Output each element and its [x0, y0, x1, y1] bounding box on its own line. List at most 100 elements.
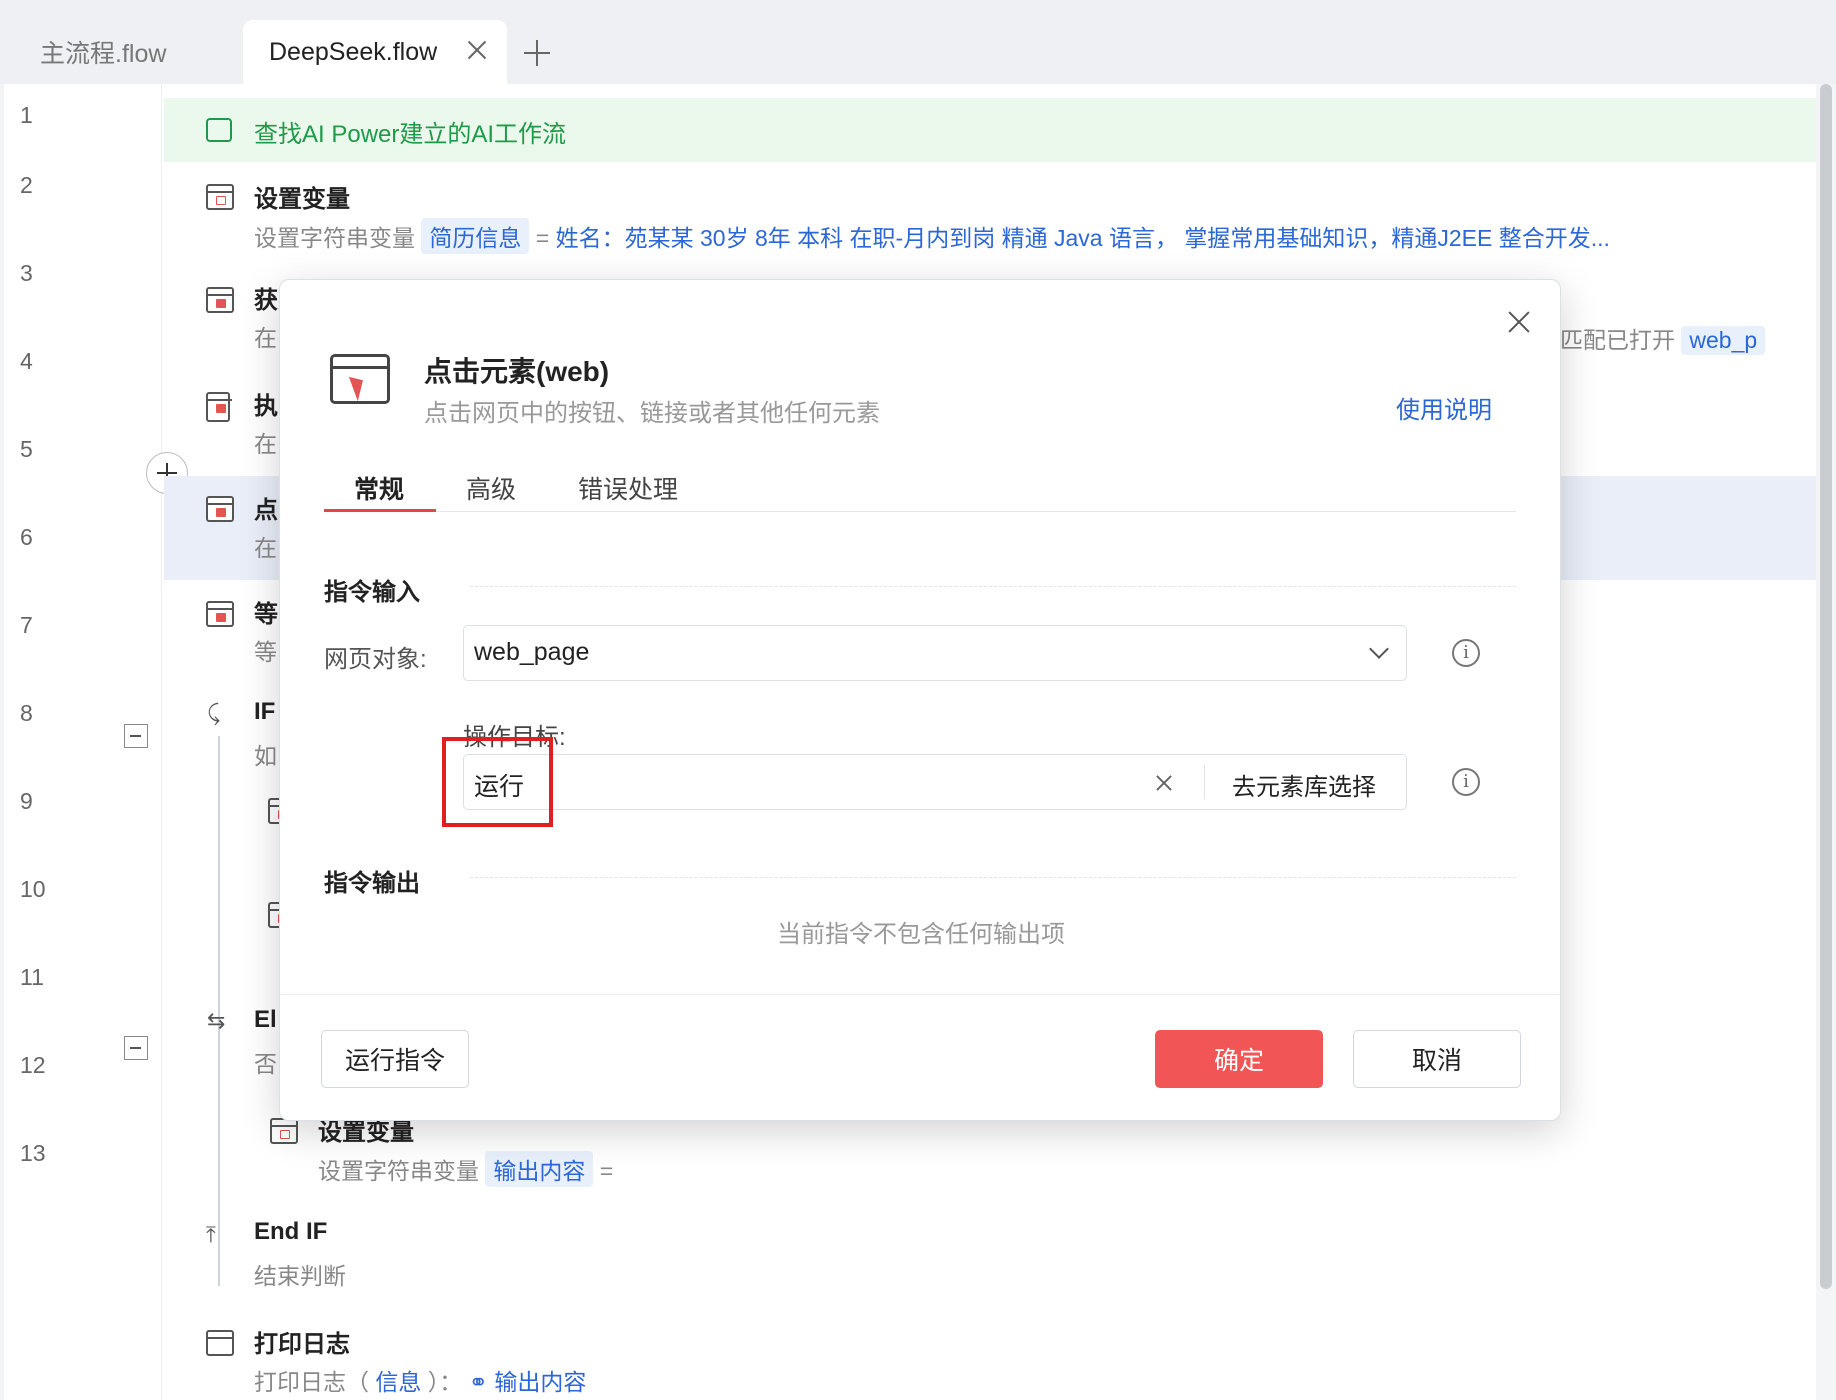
line-number: 3	[20, 260, 33, 286]
command-title[interactable]: El	[254, 1006, 277, 1034]
section-divider	[470, 586, 1516, 587]
footer-divider	[280, 994, 1560, 995]
line-number: 11	[20, 964, 44, 990]
command-summary: 设置字符串变量 简历信息 = 姓名：苑某某 30岁 8年 本科 在职-月内到岗 …	[254, 218, 1610, 254]
line-number: 10	[20, 876, 46, 902]
tab-deepseek-flow[interactable]: DeepSeek.flow	[243, 20, 507, 84]
pick-from-library-button[interactable]: 去元素库选择	[1232, 767, 1376, 802]
add-tab-icon[interactable]	[522, 38, 552, 68]
tab-label: DeepSeek.flow	[269, 37, 438, 66]
command-title[interactable]: IF	[254, 698, 275, 726]
section-divider	[470, 877, 1516, 878]
line-number: 6	[20, 524, 33, 550]
close-icon[interactable]	[1505, 308, 1533, 336]
command-title[interactable]: 获	[254, 280, 278, 315]
command-summary: 打印日志（ 信息 ）： ⚭ 输出内容	[254, 1363, 586, 1397]
dialog-title: 点击元素(web)	[424, 356, 610, 387]
line-number: 13	[20, 1140, 46, 1166]
no-output-message: 当前指令不包含任何输出项	[777, 921, 1065, 948]
command-title[interactable]: 设置变量	[254, 179, 350, 214]
output-section-title: 指令输出	[324, 870, 420, 897]
summary-prefix: 打印日志（	[254, 1369, 369, 1395]
comment-text[interactable]: 查找AI Power建立的AI工作流	[254, 114, 566, 149]
dialog-description: 点击网页中的按钮、链接或者其他任何元素	[424, 400, 880, 427]
target-input[interactable]: 运行 去元素库选择	[463, 754, 1407, 810]
active-tab-indicator	[324, 509, 436, 512]
vertical-scrollbar[interactable]	[1816, 84, 1836, 1400]
equals-sign: =	[599, 1158, 614, 1184]
info-icon[interactable]: i	[1452, 639, 1480, 667]
else-block-guide	[218, 1044, 220, 1286]
command-title[interactable]: 执	[254, 386, 278, 421]
line-number: 4	[20, 348, 33, 374]
web-object-select[interactable]: web_page	[463, 625, 1407, 681]
click-element-dialog: 点击元素(web) 点击网页中的按钮、链接或者其他任何元素 使用说明 常规 高级…	[279, 279, 1561, 1121]
fold-toggle-else[interactable]	[124, 1036, 148, 1060]
summary-text: 匹配已打开	[1560, 327, 1675, 353]
line-gutter: 1 2 3 4 5 6 7 8 9 10 11 12 13	[4, 84, 162, 1400]
end-if-icon: ⤒	[206, 1222, 216, 1247]
command-summary: 否	[254, 1051, 277, 1077]
command-summary: 设置字符串变量 输出内容 =	[318, 1151, 613, 1187]
tab-error-handling[interactable]: 错误处理	[578, 470, 678, 506]
variable-chip[interactable]: 输出内容	[485, 1151, 594, 1187]
fold-toggle-if[interactable]	[124, 724, 148, 748]
command-title[interactable]: End IF	[254, 1218, 327, 1246]
fx-icon	[270, 1118, 298, 1144]
clear-icon[interactable]	[1154, 773, 1174, 793]
scrollbar-thumb[interactable]	[1820, 84, 1832, 1289]
variable-link-icon: ⚭	[468, 1369, 488, 1395]
tab-main-flow[interactable]: 主流程.flow	[0, 20, 243, 84]
web-object-value: web_page	[474, 638, 590, 666]
command-summary: 结束判断	[254, 1263, 346, 1289]
variable-value: 姓名：苑某某 30岁 8年 本科 在职-月内到岗 精通 Java 语言， 掌握常…	[555, 225, 1610, 251]
info-icon[interactable]: i	[1452, 768, 1480, 796]
note-icon	[206, 118, 232, 142]
tab-advanced[interactable]: 高级	[466, 470, 516, 506]
input-section-title: 指令输入	[324, 579, 420, 606]
wait-hourglass-icon	[206, 601, 234, 627]
line-number: 5	[20, 436, 33, 462]
js-file-icon	[206, 392, 232, 422]
line-number: 1	[20, 102, 33, 128]
command-summary: 在	[254, 431, 277, 457]
printer-icon	[206, 1330, 234, 1356]
command-summary: 如	[254, 743, 277, 769]
tab-label: 主流程.flow	[40, 40, 167, 68]
click-element-icon	[206, 496, 234, 522]
command-summary: 在	[254, 325, 277, 351]
tab-bar: 主流程.flow DeepSeek.flow	[0, 0, 1836, 84]
command-title[interactable]: 等	[254, 594, 278, 629]
chevron-down-icon	[1369, 639, 1389, 659]
summary-mid: ）：	[427, 1369, 463, 1395]
close-icon[interactable]	[465, 38, 489, 62]
fx-icon	[206, 184, 234, 210]
run-command-button[interactable]: 运行指令	[321, 1030, 469, 1088]
summary-prefix: 设置字符串变量	[254, 225, 415, 251]
command-summary: 等	[254, 639, 277, 665]
command-title[interactable]: 打印日志	[254, 1324, 350, 1359]
cancel-button[interactable]: 取消	[1353, 1030, 1521, 1088]
help-link[interactable]: 使用说明	[1396, 390, 1492, 425]
line-number: 9	[20, 788, 33, 814]
click-element-icon	[330, 354, 390, 404]
highlight-box	[442, 737, 553, 827]
command-title[interactable]: 点	[254, 490, 278, 525]
command-summary: 在	[254, 535, 277, 561]
else-branch-icon: ⇆	[207, 1008, 226, 1033]
web-object-label: 网页对象:	[324, 646, 427, 673]
line-number: 7	[20, 612, 33, 638]
equals-sign: =	[535, 225, 550, 251]
web-get-icon	[206, 287, 234, 313]
summary-prefix: 设置字符串变量	[318, 1158, 479, 1184]
variable-chip[interactable]: web_p	[1681, 326, 1766, 355]
variable-chip[interactable]: 输出内容	[494, 1369, 586, 1395]
confirm-button[interactable]: 确定	[1155, 1030, 1323, 1088]
line-number: 2	[20, 172, 33, 198]
variable-chip[interactable]: 简历信息	[421, 218, 530, 254]
tab-general[interactable]: 常规	[354, 470, 404, 506]
line-number: 12	[20, 1052, 46, 1078]
dialog-tabs: 常规 高级 错误处理	[324, 470, 1516, 512]
line-number: 8	[20, 700, 33, 726]
if-branch-icon: ⤹	[207, 700, 221, 725]
